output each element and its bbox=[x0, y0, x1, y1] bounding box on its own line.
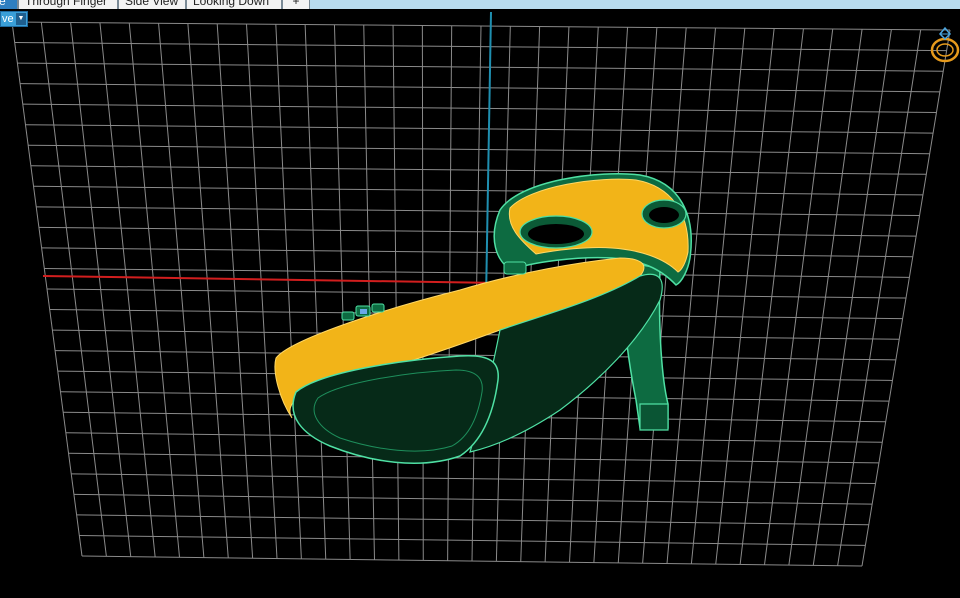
y-axis bbox=[485, 11, 492, 301]
tab-perspective[interactable]: Perspective bbox=[0, 0, 18, 9]
tab-looking-down[interactable]: Looking Down bbox=[186, 0, 282, 9]
tab-through-finger[interactable]: Through Finger bbox=[18, 0, 118, 9]
view-mode-value: ve bbox=[2, 13, 14, 25]
view-tab-bar: Perspective Through Finger Side View Loo… bbox=[0, 0, 960, 9]
add-tab-button[interactable]: + bbox=[282, 0, 310, 9]
3d-viewport[interactable]: Perspective Through Finger Side View Loo… bbox=[0, 0, 960, 598]
view-mode-select[interactable]: ve ▼ bbox=[0, 11, 28, 27]
chevron-down-icon[interactable]: ▼ bbox=[16, 13, 26, 25]
tab-side-view[interactable]: Side View bbox=[118, 0, 186, 9]
scene-canvas[interactable] bbox=[0, 0, 960, 598]
x-axis bbox=[42, 275, 501, 284]
ring-icon[interactable] bbox=[928, 26, 960, 68]
